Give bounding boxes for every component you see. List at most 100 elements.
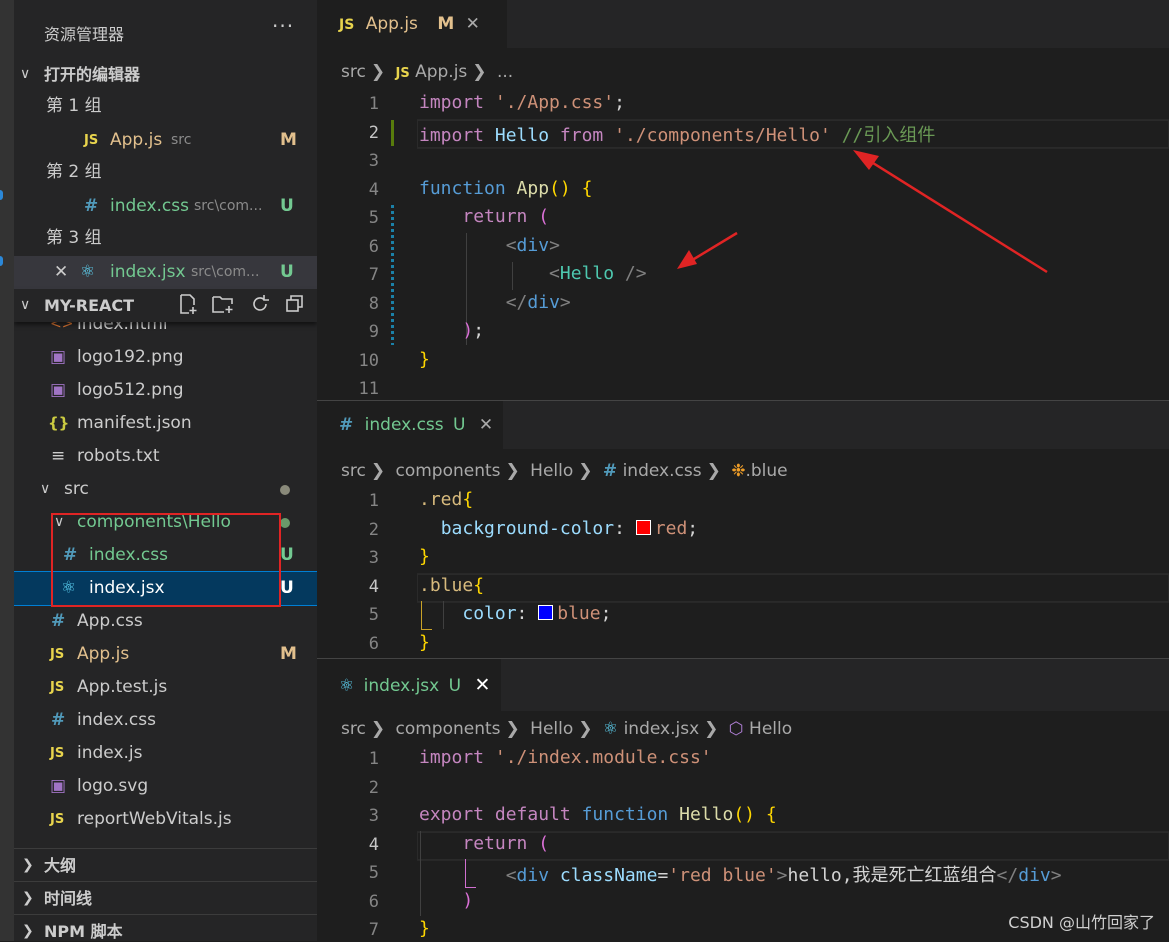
breadcrumb-item[interactable]: src <box>341 461 366 481</box>
editor-pane-jsx[interactable]: ⚛ index.jsx U ✕ src ❯ components ❯ Hello ❯ … <box>317 658 1169 942</box>
editor-pane-app[interactable]: JS App.js M ✕ src ❯ JS App.js ❯ ... 1 2 3 … <box>317 0 1169 400</box>
css-icon: # <box>84 196 99 216</box>
open-editor-item[interactable]: # index.css src\com... U <box>14 190 317 223</box>
activity-indicator <box>0 256 3 266</box>
tree-item-label: App.test.js <box>77 677 168 697</box>
breadcrumb-item[interactable]: Hello <box>749 719 792 739</box>
git-status-badge: U <box>280 196 294 216</box>
css-icon: # <box>602 461 618 481</box>
explorer-sidebar: 资源管理器 ··· ∨ 打开的编辑器 第 1 组 JS App.js src M… <box>14 0 317 941</box>
image-icon: ▣ <box>50 347 67 367</box>
tree-item[interactable]: JS App.test.js <box>14 671 317 704</box>
open-editor-item[interactable]: JS App.js src M <box>14 124 317 157</box>
editor-area: JS App.js M ✕ src ❯ JS App.js ❯ ... 1 2 3 … <box>317 0 1169 941</box>
editor-group-2[interactable]: 第 2 组 <box>14 156 317 189</box>
close-icon[interactable]: ✕ <box>474 674 490 696</box>
tree-item[interactable]: # App.css <box>14 605 317 638</box>
tree-item-label: logo.svg <box>77 776 149 796</box>
tab-index-jsx[interactable]: ⚛ index.jsx U ✕ <box>317 659 501 711</box>
line-number: 1 <box>368 491 379 511</box>
breadcrumb-item[interactable]: index.css <box>623 461 702 481</box>
close-icon[interactable]: ✕ <box>479 415 493 435</box>
group-label: 第 2 组 <box>46 162 102 182</box>
refresh-icon[interactable] <box>249 293 271 315</box>
tree-folder-src[interactable]: ∨ src <box>14 473 317 506</box>
open-editor-file: App.js <box>110 130 163 150</box>
editor-pane-css[interactable]: # index.css U ✕ src ❯ components ❯ Hello ❯ … <box>317 400 1169 659</box>
line-number: 5 <box>368 605 379 625</box>
line-number: 4 <box>368 835 379 855</box>
code-line[interactable]: background-color: red; <box>419 518 698 539</box>
code-line[interactable]: return ( <box>419 833 549 854</box>
js-icon: JS <box>50 812 65 827</box>
close-icon[interactable]: ✕ <box>54 256 68 289</box>
code-line[interactable]: } <box>419 918 430 939</box>
tab-bar: # index.css U ✕ <box>317 401 1169 449</box>
chevron-down-icon: ∨ <box>40 481 51 497</box>
breadcrumb-item[interactable]: .blue <box>745 461 787 481</box>
line-number: 5 <box>368 863 379 883</box>
git-status-badge: M <box>280 644 297 664</box>
code-line[interactable]: import './index.module.css' <box>419 747 712 768</box>
breadcrumb-item[interactable]: src <box>341 719 366 739</box>
tree-item[interactable]: JS reportWebVitals.js <box>14 803 317 836</box>
more-actions-icon[interactable]: ··· <box>272 14 294 38</box>
open-editor-dir: src\com... <box>191 264 260 280</box>
tree-item[interactable]: JS index.js <box>14 737 317 770</box>
open-editors-header[interactable]: ∨ 打开的编辑器 <box>14 58 317 91</box>
section-label: NPM 脚本 <box>44 922 123 941</box>
code-line[interactable]: .blue{ <box>419 575 484 596</box>
tree-item-label: logo512.png <box>77 380 184 400</box>
color-swatch-icon[interactable] <box>538 605 554 620</box>
tree-item-label: reportWebVitals.js <box>77 809 232 829</box>
code-line[interactable]: } <box>419 632 430 653</box>
tree-item[interactable]: {} manifest.json <box>14 407 317 440</box>
activity-indicator <box>0 190 3 200</box>
project-header[interactable]: ∨ MY-REACT <box>14 289 317 322</box>
new-folder-icon[interactable] <box>211 293 235 315</box>
js-icon: JS <box>50 647 65 662</box>
new-file-icon[interactable] <box>177 293 199 315</box>
git-status-badge: U <box>280 578 294 598</box>
react-icon: ⚛ <box>602 719 619 739</box>
tree-item-label: manifest.json <box>77 413 192 433</box>
open-editors-label: 打开的编辑器 <box>44 65 141 84</box>
code-line[interactable]: <div className='red blue'>hello,我是死亡红蓝组合… <box>419 861 1062 887</box>
tree-item[interactable]: ≡ robots.txt <box>14 440 317 473</box>
npm-scripts-section[interactable]: ❯ NPM 脚本 <box>14 914 317 941</box>
breadcrumb-item[interactable]: index.jsx <box>624 719 700 739</box>
code-line[interactable]: .red{ <box>419 489 473 510</box>
collapse-all-icon[interactable] <box>284 293 306 315</box>
css-icon: # <box>339 415 354 435</box>
timeline-section[interactable]: ❯ 时间线 <box>14 881 317 915</box>
tree-item[interactable]: ▣ logo192.png <box>14 341 317 374</box>
outline-section[interactable]: ❯ 大纲 <box>14 848 317 882</box>
line-number: 1 <box>368 749 379 769</box>
line-number: 4 <box>368 577 379 597</box>
code-line[interactable]: } <box>419 546 430 567</box>
code-line[interactable]: ) <box>419 890 473 911</box>
breadcrumb-item[interactable]: components <box>395 719 500 739</box>
code-line[interactable]: color: blue; <box>419 603 611 624</box>
line-number: 3 <box>368 806 379 826</box>
breadcrumb-item[interactable]: components <box>395 461 500 481</box>
breadcrumb-item[interactable]: Hello <box>530 461 573 481</box>
editor-group-1[interactable]: 第 1 组 <box>14 90 317 123</box>
open-editor-item[interactable]: ✕ ⚛ index.jsx src\com... U <box>14 256 317 289</box>
tree-item[interactable]: # index.css <box>14 704 317 737</box>
tree-item[interactable]: ▣ logo512.png <box>14 374 317 407</box>
tab-status: U <box>448 676 462 696</box>
line-number: 2 <box>368 520 379 540</box>
chevron-right-icon: ❯ <box>22 857 34 873</box>
tree-item[interactable]: ▣ logo.svg <box>14 770 317 803</box>
code-line[interactable]: export default function Hello() { <box>419 804 777 825</box>
editor-group-3[interactable]: 第 3 组 <box>14 222 317 255</box>
watermark: CSDN @山竹回家了 <box>1008 913 1155 932</box>
color-swatch-icon[interactable] <box>635 520 651 535</box>
js-icon: JS <box>50 746 65 761</box>
tree-item[interactable]: JS App.js M <box>14 638 317 671</box>
breadcrumb-item[interactable]: Hello <box>530 719 573 739</box>
tab-index-css[interactable]: # index.css U ✕ <box>317 401 503 449</box>
chevron-right-icon: ❯ <box>22 923 34 939</box>
current-line-highlight <box>417 573 1169 603</box>
